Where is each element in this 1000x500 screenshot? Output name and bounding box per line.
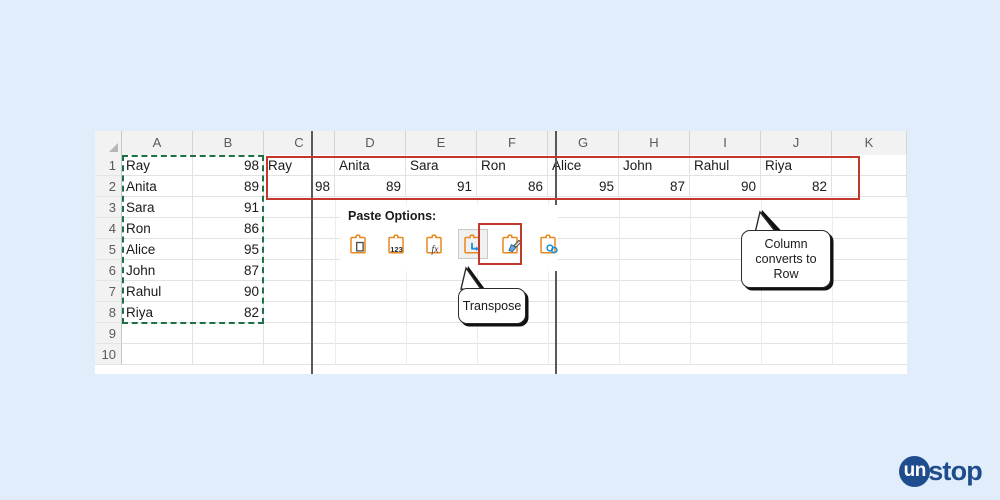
- empty-row-10[interactable]: [264, 344, 907, 365]
- column-header-j[interactable]: J: [761, 131, 832, 155]
- paste-options-buttons: 123 fx: [344, 229, 564, 259]
- cell-g1[interactable]: Alice: [548, 155, 619, 176]
- cell-b5[interactable]: 95: [193, 239, 264, 260]
- column-header-h[interactable]: H: [619, 131, 690, 155]
- paste-options-panel[interactable]: Paste Options: 123 fx: [340, 205, 558, 271]
- column-header-g[interactable]: G: [548, 131, 619, 155]
- column-header-f[interactable]: F: [477, 131, 548, 155]
- row-header-4[interactable]: 4: [95, 218, 122, 239]
- row-header-2[interactable]: 2: [95, 176, 122, 197]
- paste-link-button[interactable]: [534, 229, 564, 259]
- paste-formatting-icon: [502, 234, 522, 254]
- cell-k1[interactable]: [832, 155, 907, 176]
- paste-link-icon: [540, 234, 558, 254]
- select-all-corner[interactable]: [95, 131, 122, 155]
- paste-transpose-button[interactable]: [458, 229, 488, 259]
- svg-text:123: 123: [390, 245, 403, 254]
- cell-k2[interactable]: [832, 176, 907, 197]
- paste-transpose-icon: [464, 234, 480, 254]
- column-converts-to-row-callout: Column converts to Row: [741, 230, 831, 288]
- column-header-a[interactable]: A: [122, 131, 193, 155]
- cell-b6[interactable]: 87: [193, 260, 264, 281]
- cell-f2[interactable]: 86: [477, 176, 548, 197]
- column-header-d[interactable]: D: [335, 131, 406, 155]
- cell-a4[interactable]: Ron: [122, 218, 193, 239]
- cell-h2[interactable]: 87: [619, 176, 690, 197]
- cell-b2[interactable]: 89: [193, 176, 264, 197]
- cell-h1[interactable]: John: [619, 155, 690, 176]
- gridline-k: [832, 197, 833, 365]
- select-all-triangle-icon: [109, 143, 118, 152]
- row-header-7[interactable]: 7: [95, 281, 122, 302]
- svg-text:fx: fx: [431, 245, 439, 256]
- unstop-logo-circle: un: [899, 455, 931, 487]
- cell-c1[interactable]: Ray: [264, 155, 335, 176]
- cell-a2[interactable]: Anita: [122, 176, 193, 197]
- empty-row-9[interactable]: [264, 323, 907, 344]
- cell-f1[interactable]: Ron: [477, 155, 548, 176]
- row-header-8[interactable]: 8: [95, 302, 122, 323]
- callout-line-3: Row: [773, 266, 799, 281]
- cell-e2[interactable]: 91: [406, 176, 477, 197]
- callout-line-1: Column: [764, 236, 808, 251]
- column-header-c[interactable]: C: [264, 131, 335, 155]
- paste-values-icon: 123: [388, 234, 404, 254]
- cell-a6[interactable]: John: [122, 260, 193, 281]
- cell-b9[interactable]: [193, 323, 264, 344]
- cell-j2[interactable]: 82: [761, 176, 832, 197]
- cell-c2[interactable]: 98: [264, 176, 335, 197]
- unstop-logo-text: stop: [928, 455, 983, 486]
- cell-a7[interactable]: Rahul: [122, 281, 193, 302]
- transpose-callout: Transpose: [458, 288, 526, 324]
- paste-values-button[interactable]: 123: [382, 229, 412, 259]
- cell-e1[interactable]: Sara: [406, 155, 477, 176]
- paste-icon: [350, 234, 366, 254]
- paste-formulas-button[interactable]: fx: [420, 229, 450, 259]
- cell-d2[interactable]: 89: [335, 176, 406, 197]
- paste-options-title: Paste Options:: [348, 209, 437, 223]
- row-header-10[interactable]: 10: [95, 344, 122, 365]
- row-header-3[interactable]: 3: [95, 197, 122, 218]
- paste-button[interactable]: [344, 229, 374, 259]
- cell-j1[interactable]: Riya: [761, 155, 832, 176]
- cell-b10[interactable]: [193, 344, 264, 365]
- page-break-line-left: [311, 131, 313, 374]
- cell-g2[interactable]: 95: [548, 176, 619, 197]
- cell-b8[interactable]: 82: [193, 302, 264, 323]
- row-header-5[interactable]: 5: [95, 239, 122, 260]
- callout-line-2: converts to: [755, 251, 817, 266]
- column-header-e[interactable]: E: [406, 131, 477, 155]
- row-header-6[interactable]: 6: [95, 260, 122, 281]
- cell-b4[interactable]: 86: [193, 218, 264, 239]
- cell-a3[interactable]: Sara: [122, 197, 193, 218]
- cell-a10[interactable]: [122, 344, 193, 365]
- cell-b1[interactable]: 98: [193, 155, 264, 176]
- row-header-1[interactable]: 1: [95, 155, 122, 176]
- gridline-i: [690, 197, 691, 365]
- row-header-9[interactable]: 9: [95, 323, 122, 344]
- cell-i2[interactable]: 90: [690, 176, 761, 197]
- cell-a8[interactable]: Riya: [122, 302, 193, 323]
- column-header-k[interactable]: K: [832, 131, 907, 155]
- unstop-logo: un stop: [899, 454, 983, 488]
- cell-b3[interactable]: 91: [193, 197, 264, 218]
- cell-a9[interactable]: [122, 323, 193, 344]
- cell-d1[interactable]: Anita: [335, 155, 406, 176]
- cell-a5[interactable]: Alice: [122, 239, 193, 260]
- paste-formulas-icon: fx: [426, 234, 442, 256]
- gridline-d: [335, 197, 336, 365]
- gridline-h: [619, 197, 620, 365]
- cell-a1[interactable]: Ray: [122, 155, 193, 176]
- cell-i1[interactable]: Rahul: [690, 155, 761, 176]
- column-header-i[interactable]: I: [690, 131, 761, 155]
- column-header-b[interactable]: B: [193, 131, 264, 155]
- empty-row-8[interactable]: [264, 302, 907, 323]
- cell-b7[interactable]: 90: [193, 281, 264, 302]
- paste-formatting-button[interactable]: [496, 229, 526, 259]
- transpose-callout-text: Transpose: [462, 298, 522, 313]
